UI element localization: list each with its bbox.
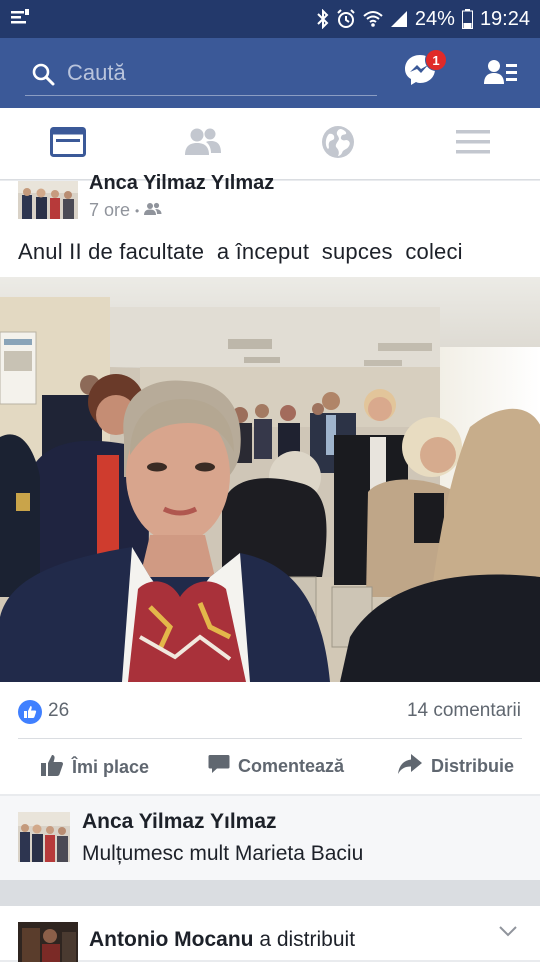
menu-icon — [455, 129, 490, 160]
search-box[interactable] — [25, 50, 377, 96]
chevron-down-icon[interactable] — [498, 924, 518, 942]
comment-text: Mulțumesc mult Marieta Baciu — [82, 842, 364, 865]
post-meta: 7 ore • — [89, 200, 162, 221]
news-feed-icon — [49, 126, 86, 162]
share-icon — [397, 753, 423, 780]
friend-requests-icon[interactable] — [484, 58, 518, 88]
app-header: 1 — [0, 38, 540, 108]
like-reaction-icon — [18, 700, 42, 724]
comment-preview[interactable]: Anca Yilmaz Yılmaz Mulțumesc mult Mariet… — [0, 796, 540, 880]
like-count[interactable]: 26 — [48, 700, 69, 722]
search-icon — [31, 62, 55, 91]
search-input[interactable] — [67, 55, 367, 91]
share-header: Antonio Mocanu a distribuit — [89, 928, 355, 952]
tab-friends[interactable] — [135, 108, 270, 180]
feed-post: Anca Yilmaz Yılmaz 7 ore • Anul II de fa… — [0, 172, 540, 795]
comment-count[interactable]: 14 comentarii — [407, 700, 521, 722]
status-bar: 24% 19:24 — [0, 0, 540, 38]
clock: 19:24 — [479, 7, 530, 30]
wifi-icon — [363, 10, 383, 28]
signal-icon — [390, 10, 408, 28]
tab-news-feed[interactable] — [0, 108, 135, 180]
author-avatar[interactable] — [18, 181, 78, 219]
comment-button[interactable]: Comentează — [208, 753, 344, 780]
sharer-name[interactable]: Antonio Mocanu — [89, 928, 253, 951]
globe-icon — [321, 125, 355, 164]
thumbs-up-icon — [40, 753, 64, 782]
friends-audience-icon — [144, 200, 162, 221]
comment-label: Comentează — [238, 756, 345, 776]
bluetooth-icon — [317, 9, 329, 29]
meta-separator: • — [135, 203, 140, 218]
share-action-text: a distribuit — [253, 928, 356, 951]
post-author[interactable]: Anca Yilmaz Yılmaz — [89, 172, 274, 195]
battery-icon — [461, 9, 473, 29]
share-label: Distribuie — [431, 756, 515, 776]
post-text: Anul II de facultate a început supces co… — [18, 239, 463, 264]
messenger-badge: 1 — [425, 49, 447, 71]
battery-percent: 24% — [414, 7, 455, 30]
comment-icon — [208, 753, 230, 780]
post-actions: Îmi place Comentează Distribuie — [0, 739, 540, 795]
commenter-name[interactable]: Anca Yilmaz Yılmaz — [82, 810, 277, 834]
tab-bar — [0, 108, 540, 180]
like-label: Îmi place — [72, 757, 150, 777]
post-time[interactable]: 7 ore — [89, 200, 130, 221]
feed-separator — [0, 880, 540, 906]
reactions-bar: 26 14 comentarii — [0, 682, 540, 738]
sharer-avatar[interactable] — [18, 922, 78, 962]
alarm-icon — [336, 9, 356, 29]
share-button[interactable]: Distribuie — [397, 753, 514, 780]
tab-menu[interactable] — [405, 108, 540, 180]
notification-icon — [10, 9, 30, 27]
like-button[interactable]: Îmi place — [40, 753, 149, 782]
friends-icon — [184, 127, 222, 162]
next-post: Antonio Mocanu a distribuit — [0, 906, 540, 962]
post-photo[interactable] — [0, 277, 540, 682]
commenter-avatar[interactable] — [18, 812, 70, 862]
tab-notifications[interactable] — [270, 108, 405, 180]
